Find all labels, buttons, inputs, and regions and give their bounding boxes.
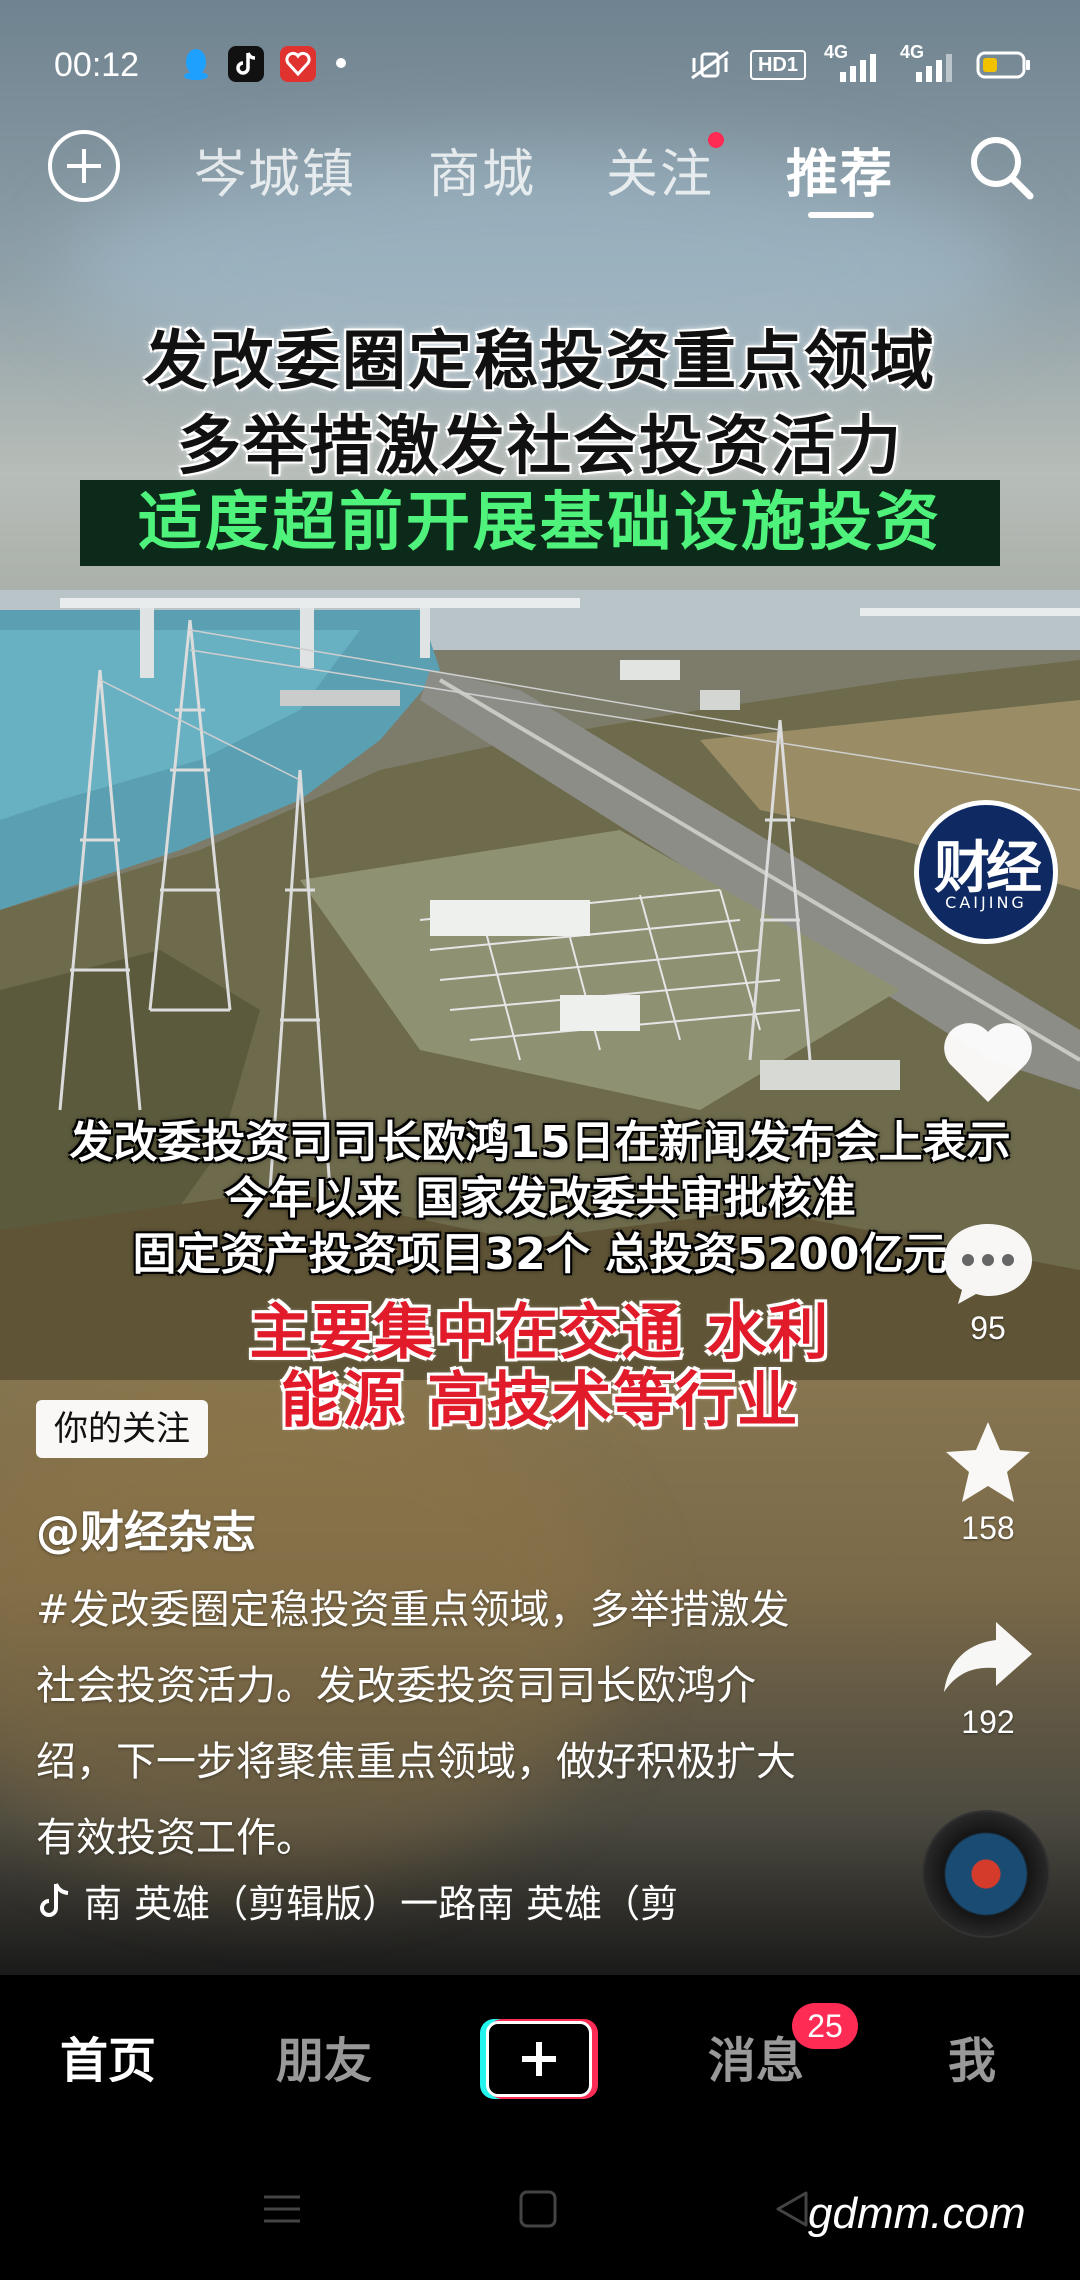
post-description[interactable]: #发改委圈定稳投资重点领域，多举措激发社会投资活力。发改委投资司司长欧鸿介绍，下… bbox=[36, 1572, 796, 1876]
share-button[interactable]: 192 bbox=[930, 1612, 1046, 1741]
tab-messages[interactable]: 消息 bbox=[708, 2021, 804, 2091]
top-nav: 岑城镇 商城 关注 推荐 bbox=[0, 120, 1080, 230]
comment-count: 95 bbox=[970, 1310, 1006, 1346]
menu-icon[interactable] bbox=[260, 2191, 304, 2227]
create-button[interactable] bbox=[480, 2019, 598, 2099]
share-icon bbox=[944, 1622, 1032, 1692]
status-bar: 00:12 HD1 4G 4G bbox=[0, 0, 1080, 130]
signal-4g-icon: 4G bbox=[824, 42, 882, 82]
system-nav-bar: gdmm.com bbox=[0, 2135, 1080, 2280]
favorite-button[interactable]: 158 bbox=[930, 1418, 1046, 1547]
tab-friends[interactable]: 朋友 bbox=[276, 2021, 372, 2091]
video-subtitle-line-2: 今年以来 国家发改委共审批核准 bbox=[224, 1173, 856, 1224]
music-note-icon bbox=[40, 1883, 69, 1917]
music-title: 南 英雄（剪辑版）一路南 英雄（剪 bbox=[84, 1881, 679, 1926]
tab-me[interactable]: 我 bbox=[948, 2021, 996, 2091]
add-icon[interactable] bbox=[48, 130, 120, 202]
favorite-count: 158 bbox=[961, 1510, 1015, 1546]
active-tab-indicator bbox=[808, 212, 874, 218]
plus-icon bbox=[486, 2021, 592, 2097]
back-icon[interactable] bbox=[772, 2189, 812, 2229]
following-badge: 你的关注 bbox=[36, 1400, 208, 1458]
video-subtitle-line-1: 发改委投资司司长欧鸿15日在新闻发布会上表示 bbox=[69, 1117, 1011, 1168]
author-name[interactable]: @财经杂志 bbox=[36, 1496, 256, 1560]
video-subtitle-line-3: 固定资产投资项目32个 总投资5200亿元 bbox=[132, 1229, 948, 1280]
like-button[interactable] bbox=[930, 1018, 1046, 1112]
avatar-logo-subtext: CAIJING bbox=[945, 893, 1027, 912]
app-icon bbox=[280, 46, 316, 82]
home-icon[interactable] bbox=[518, 2189, 558, 2229]
video-headline-line-2: 多举措激发社会投资活力 bbox=[177, 410, 903, 484]
music-info[interactable]: 南 英雄（剪辑版）一路南 英雄（剪 bbox=[36, 1872, 788, 1928]
share-count: 192 bbox=[961, 1704, 1015, 1740]
comment-icon bbox=[944, 1224, 1032, 1304]
following-notification-dot bbox=[708, 132, 724, 148]
comment-button[interactable]: 95 bbox=[930, 1218, 1046, 1347]
tiktok-icon bbox=[228, 46, 264, 82]
avatar-logo-text: 财经 bbox=[934, 836, 1042, 901]
tab-following[interactable]: 关注 bbox=[606, 132, 714, 207]
qq-icon bbox=[178, 46, 214, 82]
battery-icon bbox=[976, 51, 1030, 79]
search-icon[interactable] bbox=[966, 132, 1036, 202]
bottom-tab-bar: 首页 朋友 消息 25 我 bbox=[0, 1975, 1080, 2135]
watermark: gdmm.com bbox=[808, 2189, 1026, 2238]
video-headline-line-1: 发改委圈定稳投资重点领域 bbox=[144, 325, 936, 399]
notification-dot bbox=[336, 58, 346, 68]
status-right-icons: HD1 4G 4G bbox=[688, 42, 1032, 82]
tab-location[interactable]: 岑城镇 bbox=[194, 132, 356, 207]
tab-recommended[interactable]: 推荐 bbox=[786, 132, 894, 207]
tab-home[interactable]: 首页 bbox=[60, 2021, 156, 2091]
music-disc-icon[interactable] bbox=[922, 1810, 1050, 1938]
status-time: 00:12 bbox=[54, 46, 140, 84]
video-headline-highlight: 适度超前开展基础设施投资 bbox=[80, 480, 1000, 566]
author-avatar[interactable]: 财经 CAIJING bbox=[914, 800, 1058, 944]
signal-4g-icon: 4G bbox=[900, 42, 958, 82]
messages-badge: 25 bbox=[792, 2003, 858, 2049]
tab-mall[interactable]: 商城 bbox=[428, 132, 536, 207]
star-icon bbox=[946, 1422, 1030, 1502]
heart-icon bbox=[944, 1023, 1032, 1102]
hd-icon: HD1 bbox=[749, 50, 806, 80]
vibrate-off-icon bbox=[691, 50, 729, 80]
